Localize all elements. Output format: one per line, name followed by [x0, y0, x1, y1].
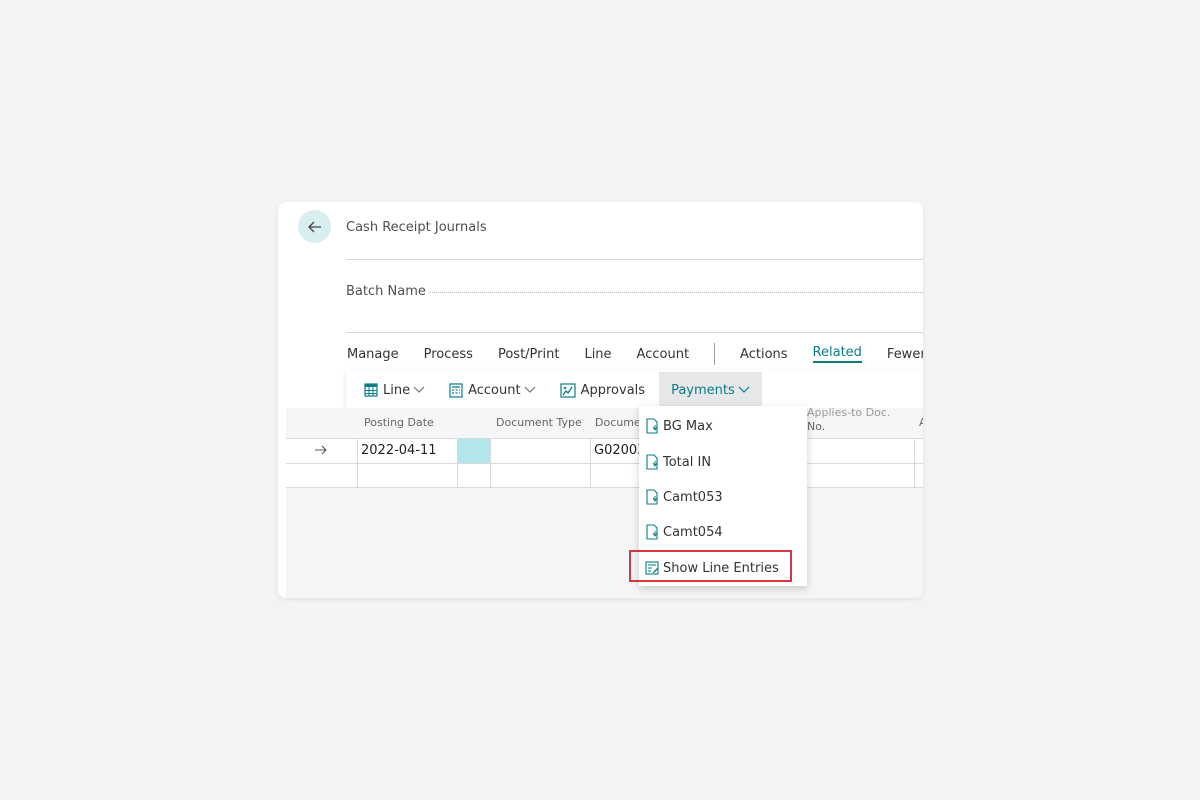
document-type-cell[interactable] [490, 439, 590, 463]
toolbar-account-button[interactable]: Account [443, 372, 542, 408]
column-document-no[interactable]: Documer [595, 416, 645, 429]
ledger-icon [449, 382, 463, 398]
menu-account[interactable]: Account [637, 347, 690, 362]
cell[interactable] [914, 439, 923, 463]
menu-line[interactable]: Line [584, 347, 611, 362]
dropdown-item-total-in[interactable]: Total IN [645, 451, 711, 473]
chevron-down-icon [738, 386, 750, 393]
action-menu-bar: Manage Process Post/Print Line Account A… [347, 342, 923, 366]
document-import-icon [646, 418, 658, 434]
selected-cell[interactable] [457, 439, 490, 463]
arrow-left-icon [307, 221, 321, 232]
column-a[interactable]: A [919, 416, 923, 429]
posting-date-cell[interactable] [357, 464, 457, 488]
chevron-down-icon [524, 386, 536, 393]
posting-date-cell[interactable]: 2022-04-11 [357, 439, 457, 463]
chevron-down-icon [413, 386, 425, 393]
approvals-icon [559, 382, 576, 398]
menu-fewer-options[interactable]: Fewer options [887, 347, 923, 362]
cell[interactable] [457, 464, 490, 488]
table-row[interactable]: 2022-04-11 G02003 [286, 438, 923, 463]
toolbar-approvals-button[interactable]: Approvals [554, 372, 651, 408]
edit-list-icon [645, 561, 659, 575]
toolbar-line-button[interactable]: Line [358, 372, 431, 408]
page-title: Cash Receipt Journals [346, 220, 487, 235]
toolbar-payments-button[interactable]: Payments [659, 372, 762, 408]
dropdown-item-camt053[interactable]: Camt053 [645, 486, 723, 508]
column-document-type[interactable]: Document Type [496, 416, 582, 429]
batch-name-label: Batch Name [346, 284, 426, 299]
column-posting-date[interactable]: Posting Date [364, 416, 434, 429]
column-applies-to-doc-no[interactable]: No. [807, 420, 825, 433]
journal-card: Cash Receipt Journals Batch Name Manage … [278, 202, 923, 598]
dropdown-item-show-line-entries[interactable]: Show Line Entries [645, 557, 779, 579]
column-applies-to-doc[interactable]: Applies-to Doc. [807, 406, 890, 419]
menu-actions[interactable]: Actions [740, 347, 788, 362]
menu-separator [714, 343, 716, 365]
menu-manage[interactable]: Manage [347, 347, 399, 362]
document-import-icon [646, 489, 658, 505]
cell[interactable] [914, 464, 923, 488]
batch-name-field[interactable] [428, 292, 923, 293]
document-import-icon [646, 524, 658, 540]
document-import-icon [646, 454, 658, 470]
journal-grid [286, 408, 923, 598]
dropdown-item-bg-max[interactable]: BG Max [645, 415, 713, 437]
table-row[interactable] [286, 463, 923, 488]
menu-process[interactable]: Process [424, 347, 473, 362]
table-icon [364, 383, 378, 397]
menu-related[interactable]: Related [812, 345, 862, 363]
back-button[interactable] [298, 210, 331, 243]
document-type-cell[interactable] [490, 464, 590, 488]
related-toolbar: Line Account Approvals Payments [346, 370, 923, 410]
divider [346, 332, 923, 333]
dropdown-item-camt054[interactable]: Camt054 [645, 521, 723, 543]
divider [346, 259, 923, 260]
arrow-right-icon [315, 445, 327, 455]
menu-post-print[interactable]: Post/Print [498, 347, 559, 362]
payments-dropdown: BG Max Total IN Camt053 Camt054 Show Lin… [639, 406, 807, 586]
